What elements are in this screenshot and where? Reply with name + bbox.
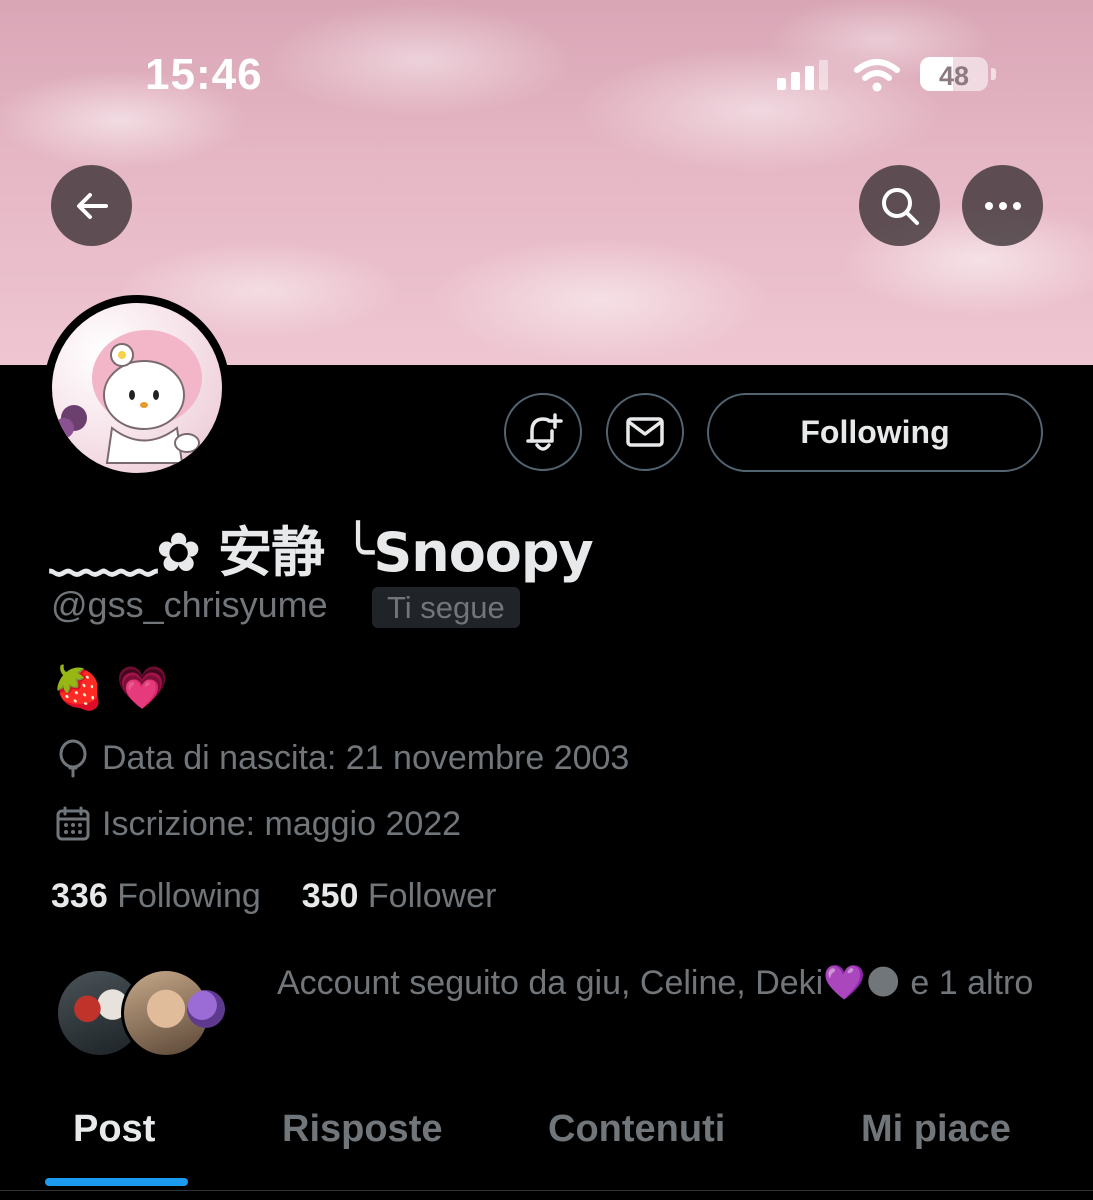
joined-row: Iscrizione: maggio 2022 bbox=[52, 803, 461, 845]
avatar[interactable] bbox=[44, 295, 230, 481]
mail-icon bbox=[626, 417, 664, 447]
tab-contenuti[interactable]: Contenuti bbox=[548, 1108, 725, 1151]
avatar-image bbox=[52, 303, 222, 473]
followers-label: Follower bbox=[367, 877, 497, 915]
followers-count: 350 bbox=[301, 877, 359, 915]
user-handle: @gss_chrisyume bbox=[51, 584, 328, 625]
bell-plus-icon bbox=[526, 413, 563, 451]
birth-date-text: Data di nascita: 21 novembre 2003 bbox=[102, 738, 630, 777]
back-button[interactable] bbox=[51, 165, 132, 246]
signal-bar-2 bbox=[791, 72, 800, 90]
bio-text: 🍓 💗 bbox=[52, 664, 169, 711]
follow-stats: 336 Following 350 Follower bbox=[51, 877, 496, 916]
battery-icon: 48 bbox=[920, 57, 988, 91]
balloon-icon bbox=[52, 737, 94, 779]
tab-post[interactable]: Post bbox=[73, 1108, 155, 1151]
status-time: 15:46 bbox=[145, 50, 263, 99]
following-link[interactable]: 336 Following bbox=[51, 877, 261, 915]
search-icon bbox=[881, 187, 919, 225]
tab-risposte[interactable]: Risposte bbox=[282, 1108, 442, 1151]
notifications-button[interactable] bbox=[504, 393, 582, 471]
status-indicators: 48 bbox=[775, 56, 1005, 96]
calendar-icon bbox=[52, 803, 94, 845]
following-button[interactable]: Following bbox=[707, 393, 1043, 472]
joined-text: Iscrizione: maggio 2022 bbox=[102, 804, 462, 843]
search-button[interactable] bbox=[859, 165, 940, 246]
mutual-followers-text[interactable]: Account seguito da giu, Celine, Deki💜🌑 e… bbox=[277, 958, 1037, 1008]
display-name: ﹏﹏✿ 安静 ╰Snoopy bbox=[50, 521, 594, 584]
mutual-avatar-3 bbox=[187, 990, 225, 1028]
signal-bar-3 bbox=[805, 66, 814, 90]
arrow-left-icon bbox=[76, 192, 108, 219]
my-melody-illustration bbox=[54, 330, 202, 464]
birth-date-row: Data di nascita: 21 novembre 2003 bbox=[52, 737, 629, 779]
tab-mi-piace[interactable]: Mi piace bbox=[861, 1108, 1011, 1151]
battery-level: 48 bbox=[938, 61, 970, 91]
followers-link[interactable]: 350 Follower bbox=[302, 877, 497, 915]
more-horizontal-icon bbox=[984, 201, 1021, 210]
battery-nub bbox=[991, 68, 996, 80]
more-button[interactable] bbox=[962, 165, 1043, 246]
message-button[interactable] bbox=[606, 393, 684, 471]
active-tab-indicator bbox=[45, 1178, 188, 1186]
profile-tabs: Post Risposte Contenuti Mi piace bbox=[0, 1100, 1093, 1191]
signal-bar-1 bbox=[777, 78, 786, 90]
signal-bar-4 bbox=[819, 60, 828, 90]
follows-you-badge: Ti segue bbox=[372, 587, 520, 628]
following-label: Following bbox=[117, 877, 261, 915]
tabs-divider bbox=[0, 1190, 1093, 1191]
wifi-icon bbox=[854, 59, 900, 92]
following-count: 336 bbox=[51, 877, 108, 915]
mutual-followers-avatars[interactable] bbox=[55, 968, 235, 1058]
